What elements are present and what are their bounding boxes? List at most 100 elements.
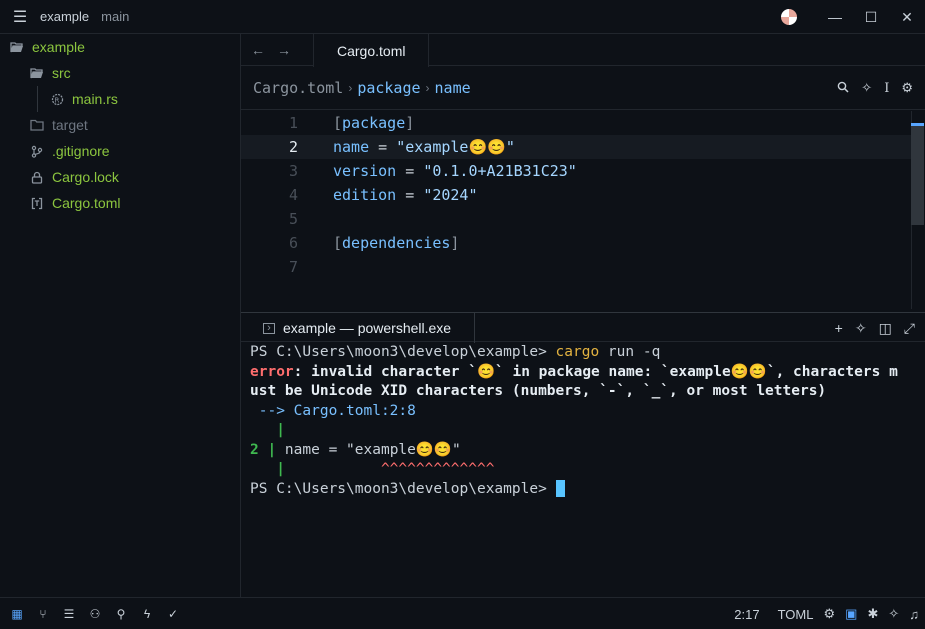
tree-indent-guide	[37, 86, 38, 112]
gutter-line-number: 2 |	[250, 441, 277, 458]
line-number: 3	[288, 162, 298, 180]
error-carets: ^^^^^^^^^^^^^	[284, 461, 495, 477]
plus-icon[interactable]: +	[835, 320, 843, 336]
outline-icon[interactable]: ☰	[56, 607, 82, 621]
tree-item-main-rs[interactable]: R main.rs	[0, 86, 240, 112]
tree-item-gitignore[interactable]: .gitignore	[0, 138, 240, 164]
tree-item-target[interactable]: target	[0, 112, 240, 138]
search-icon[interactable]	[837, 81, 849, 96]
tree-item-example[interactable]: example	[0, 34, 240, 60]
collab-icon[interactable]: ⚇	[82, 607, 108, 621]
scrollbar-thumb[interactable]	[911, 125, 924, 225]
code-line-active: 2 name = "example😊😊"	[241, 135, 911, 159]
tree-item-src[interactable]: src	[0, 60, 240, 86]
project-panel-icon[interactable]: ▦	[4, 607, 30, 621]
terminal-line: | ^^^^^^^^^^^^^	[250, 460, 925, 480]
line-number: 6	[288, 234, 298, 252]
maximize-pane-icon[interactable]: ⤢	[904, 320, 915, 337]
section-name: dependencies	[342, 234, 451, 252]
section-name: package	[342, 114, 406, 132]
editor-tab-bar: ← → Cargo.toml	[241, 34, 925, 67]
toml-icon	[30, 196, 44, 210]
tab-label: Cargo.toml	[337, 42, 406, 59]
maximize-icon[interactable]: ☐	[853, 0, 889, 34]
code-line: 3 version = "0.1.0+A21B31C23"	[241, 159, 911, 183]
split-pane-icon[interactable]: ◫	[879, 320, 892, 337]
minimize-icon[interactable]: —	[817, 0, 853, 34]
tree-item-label: Cargo.lock	[52, 169, 119, 185]
branch-name[interactable]: main	[101, 9, 129, 24]
tree-item-cargo-lock[interactable]: Cargo.lock	[0, 164, 240, 190]
toml-key: edition	[333, 186, 397, 204]
chevron-right-icon: ›	[425, 80, 430, 95]
breadcrumb-section[interactable]: package	[357, 79, 420, 97]
back-arrow-icon[interactable]: ←	[245, 34, 271, 66]
tree-item-cargo-toml[interactable]: Cargo.toml	[0, 190, 240, 216]
bug-icon[interactable]: ✱	[867, 606, 878, 622]
chevron-right-icon: ›	[348, 80, 353, 95]
code-line: 4 edition = "2024"	[241, 183, 911, 207]
terminal-line: --> Cargo.toml:2:8	[250, 402, 925, 422]
editor-scrollbar[interactable]	[911, 111, 925, 309]
breadcrumb: Cargo.toml › package › name ✧ I ⚙	[241, 66, 925, 110]
language-mode[interactable]: TOML	[778, 607, 814, 622]
error-location: --> Cargo.toml:2:8	[250, 402, 416, 419]
close-icon[interactable]: ✕	[889, 0, 925, 34]
tree-item-label: main.rs	[72, 91, 118, 107]
line-number: 1	[288, 114, 298, 132]
avatar[interactable]	[781, 9, 797, 25]
terminal-icon[interactable]: ▣	[845, 606, 857, 622]
terminal-tab-bar: › example — powershell.exe + ✧ ◫ ⤢	[241, 312, 925, 343]
terminal-cursor	[555, 480, 565, 497]
gutter: |	[250, 422, 285, 438]
tree-item-label: Cargo.toml	[52, 195, 121, 211]
settings-icon[interactable]: ⚙	[823, 606, 835, 622]
command: cargo	[555, 344, 600, 360]
bell-icon[interactable]: ♫	[909, 607, 919, 622]
scrollbar-cursor-marker	[911, 123, 924, 126]
terminal-line: PS C:\Users\moon3\develop\example>	[250, 480, 925, 500]
hamburger-menu-icon[interactable]: ☰	[0, 7, 40, 27]
toml-key: name	[333, 138, 370, 156]
terminal-line: error: invalid character `😊` in package …	[250, 363, 925, 383]
terminal-line: ust be Unicode XID characters (numbers, …	[250, 382, 925, 402]
line-number: 7	[288, 258, 298, 276]
sparkle-icon[interactable]: ✧	[888, 606, 899, 622]
sparkle-icon[interactable]: ✧	[861, 80, 872, 96]
lightning-icon[interactable]: ϟ	[134, 607, 160, 621]
project-name[interactable]: example	[40, 9, 89, 24]
check-icon[interactable]: ✓	[160, 607, 186, 621]
terminal-line: 2 | name = "example😊😊"	[250, 441, 925, 461]
sparkle-icon[interactable]: ✧	[855, 320, 867, 337]
code-editor[interactable]: 1 [package] 2 name = "example😊😊" 3 versi…	[241, 111, 925, 311]
terminal-tab-label: example — powershell.exe	[283, 320, 452, 336]
terminal-output[interactable]: PS C:\Users\moon3\develop\example> cargo…	[241, 342, 925, 596]
search-icon[interactable]: ⚲	[108, 607, 134, 621]
lock-icon	[30, 170, 44, 184]
project-panel: example src R main.rs target .gitignore …	[0, 34, 241, 597]
folder-icon	[30, 118, 44, 132]
tree-item-label: target	[52, 117, 88, 133]
code-line: 5	[241, 207, 911, 231]
text-cursor-icon[interactable]: I	[884, 81, 889, 96]
git-branch-icon[interactable]: ⑂	[30, 607, 56, 621]
code-line: 7	[241, 255, 911, 279]
prompt: PS C:\Users\moon3\develop\example>	[250, 344, 556, 360]
forward-arrow-icon[interactable]: →	[271, 34, 297, 66]
command-args: run -q	[599, 344, 661, 360]
line-number: 2	[288, 138, 298, 156]
terminal-line: PS C:\Users\moon3\develop\example> cargo…	[250, 343, 925, 363]
toml-value: "0.1.0+A21B31C23"	[423, 162, 577, 180]
sliders-icon[interactable]: ⚙	[901, 80, 913, 96]
context-code: name = "example😊😊"	[276, 441, 461, 458]
tab-terminal[interactable]: › example — powershell.exe	[251, 313, 475, 343]
folder-open-icon	[30, 66, 44, 80]
breadcrumb-file[interactable]: Cargo.toml	[253, 79, 343, 97]
breadcrumb-key[interactable]: name	[435, 79, 471, 97]
code-line: 1 [package]	[241, 111, 911, 135]
tab-cargo-toml[interactable]: Cargo.toml	[313, 34, 430, 67]
error-message: : invalid character `😊` in package name:…	[293, 363, 898, 380]
git-icon	[30, 144, 44, 158]
cursor-position[interactable]: 2:17	[734, 607, 759, 622]
line-number: 5	[288, 210, 298, 228]
